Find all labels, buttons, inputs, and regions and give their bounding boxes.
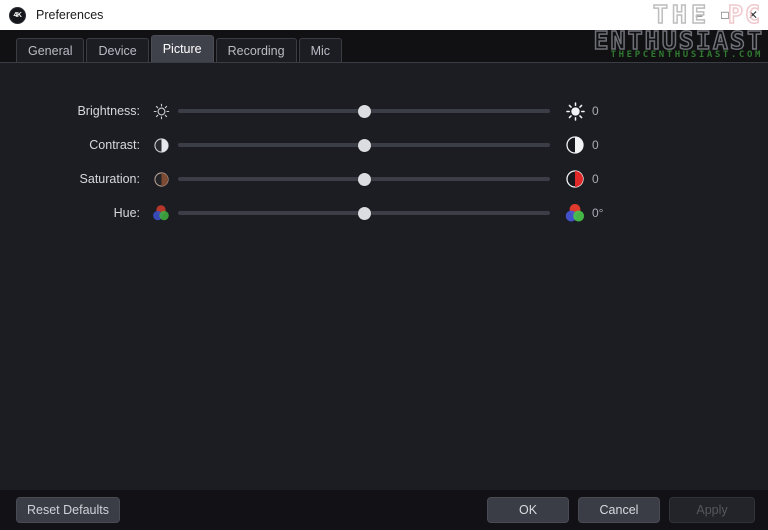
cancel-button[interactable]: Cancel xyxy=(578,497,660,523)
apply-button: Apply xyxy=(669,497,755,523)
brightness-label: Brightness: xyxy=(77,104,140,118)
tab-mic[interactable]: Mic xyxy=(298,38,343,62)
contrast-half-circle-icon xyxy=(148,137,174,153)
saturation-label: Saturation: xyxy=(79,172,140,186)
saturation-half-circle-icon xyxy=(148,171,174,187)
brightness-slider-thumb[interactable] xyxy=(357,104,371,118)
hue-value: 0° xyxy=(592,206,604,220)
contrast-half-circle-icon xyxy=(558,136,592,154)
setting-row-saturation: Saturation: 0 xyxy=(0,165,768,193)
window-controls: – □ ✕ xyxy=(686,0,768,30)
brightness-filled-icon xyxy=(558,101,592,121)
app-logo-icon: 4K xyxy=(9,6,26,24)
tab-general[interactable]: General xyxy=(16,38,85,62)
tab-recording[interactable]: Recording xyxy=(215,38,297,62)
brightness-slider[interactable] xyxy=(178,100,550,122)
tab-picture[interactable]: Picture xyxy=(150,35,214,62)
hue-color-wheel-icon xyxy=(558,203,592,223)
saturation-slider[interactable] xyxy=(178,168,550,190)
ok-button[interactable]: OK xyxy=(487,497,569,523)
picture-settings-panel: Brightness: 0 Contrast: 0 Saturation: 0 … xyxy=(0,63,768,490)
hue-label: Hue: xyxy=(113,206,140,220)
saturation-slider-thumb[interactable] xyxy=(357,172,371,186)
reset-defaults-button[interactable]: Reset Defaults xyxy=(16,497,120,523)
contrast-value: 0 xyxy=(592,138,599,152)
maximize-icon[interactable]: □ xyxy=(712,0,738,30)
hue-color-wheel-icon xyxy=(148,204,174,222)
close-icon[interactable]: ✕ xyxy=(738,0,768,30)
setting-row-hue: Hue: 0° xyxy=(0,199,768,227)
contrast-slider[interactable] xyxy=(178,134,550,156)
minimize-icon[interactable]: – xyxy=(686,0,712,30)
contrast-slider-thumb[interactable] xyxy=(357,138,371,152)
hue-slider-thumb[interactable] xyxy=(357,206,371,220)
tab-device[interactable]: Device xyxy=(86,38,149,62)
saturation-half-circle-icon xyxy=(558,170,592,188)
tab-bar: General Device Picture Recording Mic xyxy=(0,30,768,63)
setting-row-contrast: Contrast: 0 xyxy=(0,131,768,159)
title-bar: 4K Preferences – □ ✕ xyxy=(0,0,768,30)
tab-list: General Device Picture Recording Mic xyxy=(16,35,344,62)
preferences-window: 4K Preferences – □ ✕ General Device Pict… xyxy=(0,0,768,530)
contrast-label: Contrast: xyxy=(89,138,140,152)
hue-slider[interactable] xyxy=(178,202,550,224)
window-title: Preferences xyxy=(36,8,104,22)
setting-row-brightness: Brightness: 0 xyxy=(0,97,768,125)
brightness-outline-icon xyxy=(148,103,174,120)
saturation-value: 0 xyxy=(592,172,599,186)
brightness-value: 0 xyxy=(592,104,599,118)
